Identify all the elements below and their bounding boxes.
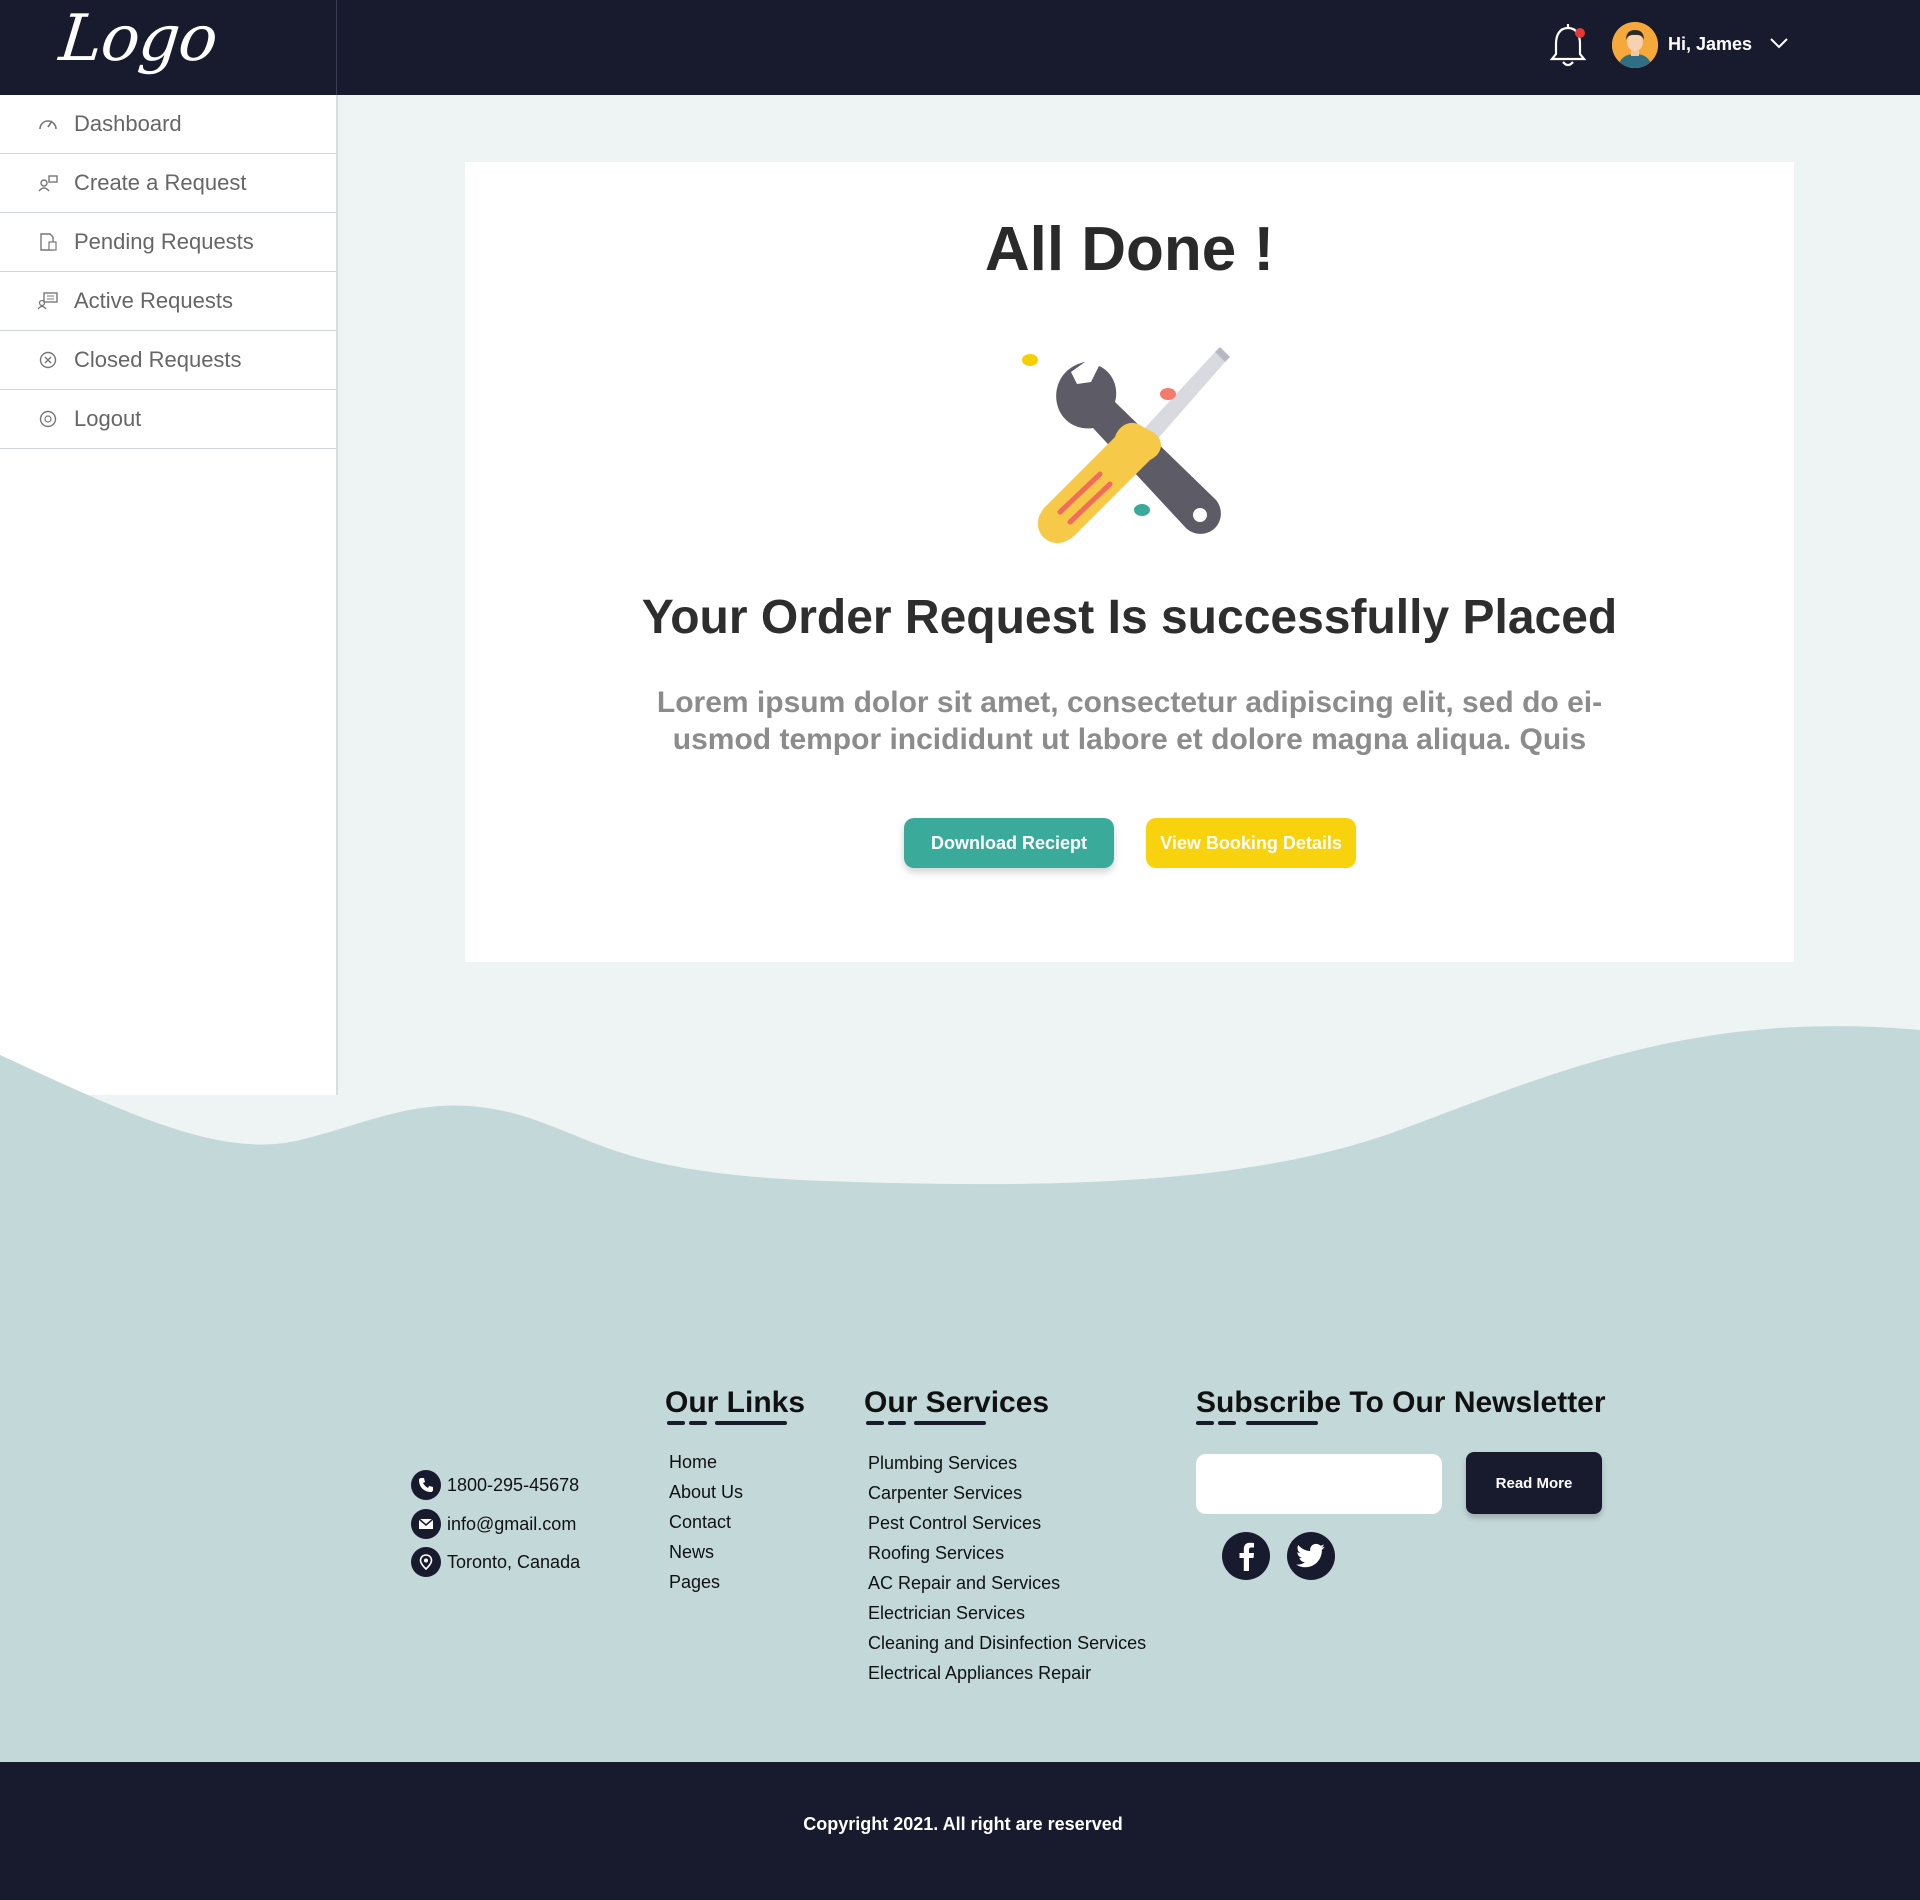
user-avatar-icon: [1612, 22, 1658, 68]
sidebar-item-dashboard[interactable]: Dashboard: [0, 95, 336, 154]
wrench-screwdriver-icon: [1022, 347, 1230, 544]
copyright-bar: Copyright 2021. All right are reserved: [0, 1762, 1920, 1900]
active-requests-icon: [38, 292, 58, 310]
twitter-icon[interactable]: [1287, 1532, 1335, 1580]
footer-service-electrician[interactable]: Electrician Services: [868, 1603, 1025, 1624]
contact-phone-text: 1800-295-45678: [447, 1474, 580, 1495]
bell-icon[interactable]: [1546, 22, 1590, 70]
footer-service-pest-control[interactable]: Pest Control Services: [868, 1513, 1041, 1534]
chevron-down-icon[interactable]: [1768, 33, 1790, 53]
view-booking-details-button[interactable]: View Booking Details: [1146, 818, 1356, 868]
description-text: Lorem ipsum dolor sit amet, consectetur …: [656, 686, 1603, 756]
copyright-text: Copyright 2021. All right are reserved: [803, 1814, 1123, 1834]
sidebar: Dashboard Create a Request Pending Reque…: [0, 95, 338, 1095]
success-heading: Your Order Request Is successfully Place…: [641, 591, 1618, 644]
logo-area: Logo: [0, 0, 337, 95]
footer-link-about[interactable]: About Us: [669, 1482, 743, 1503]
contact-location-text: Toronto, Canada: [447, 1551, 581, 1572]
footer-service-ac-repair[interactable]: AC Repair and Services: [868, 1573, 1060, 1594]
sidebar-item-create-request[interactable]: Create a Request: [0, 154, 336, 213]
sidebar-item-label: Dashboard: [74, 111, 182, 136]
footer-link-pages[interactable]: Pages: [669, 1572, 720, 1593]
sidebar-item-label: Create a Request: [74, 170, 247, 195]
services-heading: Our Services: [864, 1386, 1050, 1419]
create-request-icon: [38, 175, 58, 192]
newsletter-heading: Subscribe To Our Newsletter: [1196, 1386, 1606, 1419]
avatar[interactable]: [1612, 22, 1658, 68]
footer-link-home[interactable]: Home: [669, 1452, 717, 1473]
logo[interactable]: Logo: [56, 2, 220, 76]
contact-location[interactable]: Toronto, Canada: [411, 1547, 580, 1577]
contact-email[interactable]: info@gmail.com: [411, 1509, 576, 1539]
mail-icon: [411, 1509, 441, 1539]
footer-service-carpenter[interactable]: Carpenter Services: [868, 1483, 1022, 1504]
newsletter-email-input[interactable]: [1196, 1454, 1442, 1514]
contact-phone[interactable]: 1800-295-45678: [411, 1470, 579, 1500]
footer-service-plumbing[interactable]: Plumbing Services: [868, 1453, 1017, 1474]
download-receipt-button[interactable]: Download Reciept: [904, 818, 1114, 868]
sidebar-item-label: Pending Requests: [74, 229, 254, 254]
footer-link-news[interactable]: News: [669, 1542, 714, 1563]
footer-service-cleaning[interactable]: Cleaning and Disinfection Services: [868, 1633, 1146, 1654]
user-greeting[interactable]: Hi, James: [1668, 34, 1752, 55]
pending-document-icon: [40, 233, 57, 251]
links-heading-underline: [667, 1421, 787, 1426]
sidebar-item-pending-requests[interactable]: Pending Requests: [0, 213, 336, 272]
sidebar-item-closed-requests[interactable]: Closed Requests: [0, 331, 336, 390]
top-bar: Logo Hi, James: [0, 0, 1920, 95]
sidebar-item-active-requests[interactable]: Active Requests: [0, 272, 336, 331]
close-circle-icon: [39, 351, 57, 369]
footer-service-appliances[interactable]: Electrical Appliances Repair: [868, 1663, 1091, 1684]
newsletter-heading-underline: [1196, 1421, 1318, 1426]
sidebar-item-logout[interactable]: Logout: [0, 390, 336, 449]
contact-email-text: info@gmail.com: [447, 1513, 577, 1534]
facebook-icon[interactable]: [1222, 1532, 1270, 1580]
footer-service-roofing[interactable]: Roofing Services: [868, 1543, 1004, 1564]
services-heading-underline: [866, 1421, 986, 1426]
speedometer-icon: [39, 120, 57, 130]
page-title: All Done !: [984, 215, 1275, 284]
links-heading: Our Links: [665, 1386, 806, 1419]
sidebar-item-label: Logout: [74, 406, 142, 431]
sidebar-item-label: Active Requests: [74, 288, 233, 313]
phone-icon: [411, 1470, 441, 1500]
confirmation-card: All Done ! Your Order Request Is success…: [465, 162, 1794, 962]
footer-link-contact[interactable]: Contact: [669, 1512, 731, 1533]
logout-icon: [39, 410, 57, 428]
sidebar-item-label: Closed Requests: [74, 347, 242, 372]
location-pin-icon: [411, 1547, 441, 1577]
read-more-button[interactable]: Read More: [1466, 1452, 1602, 1514]
